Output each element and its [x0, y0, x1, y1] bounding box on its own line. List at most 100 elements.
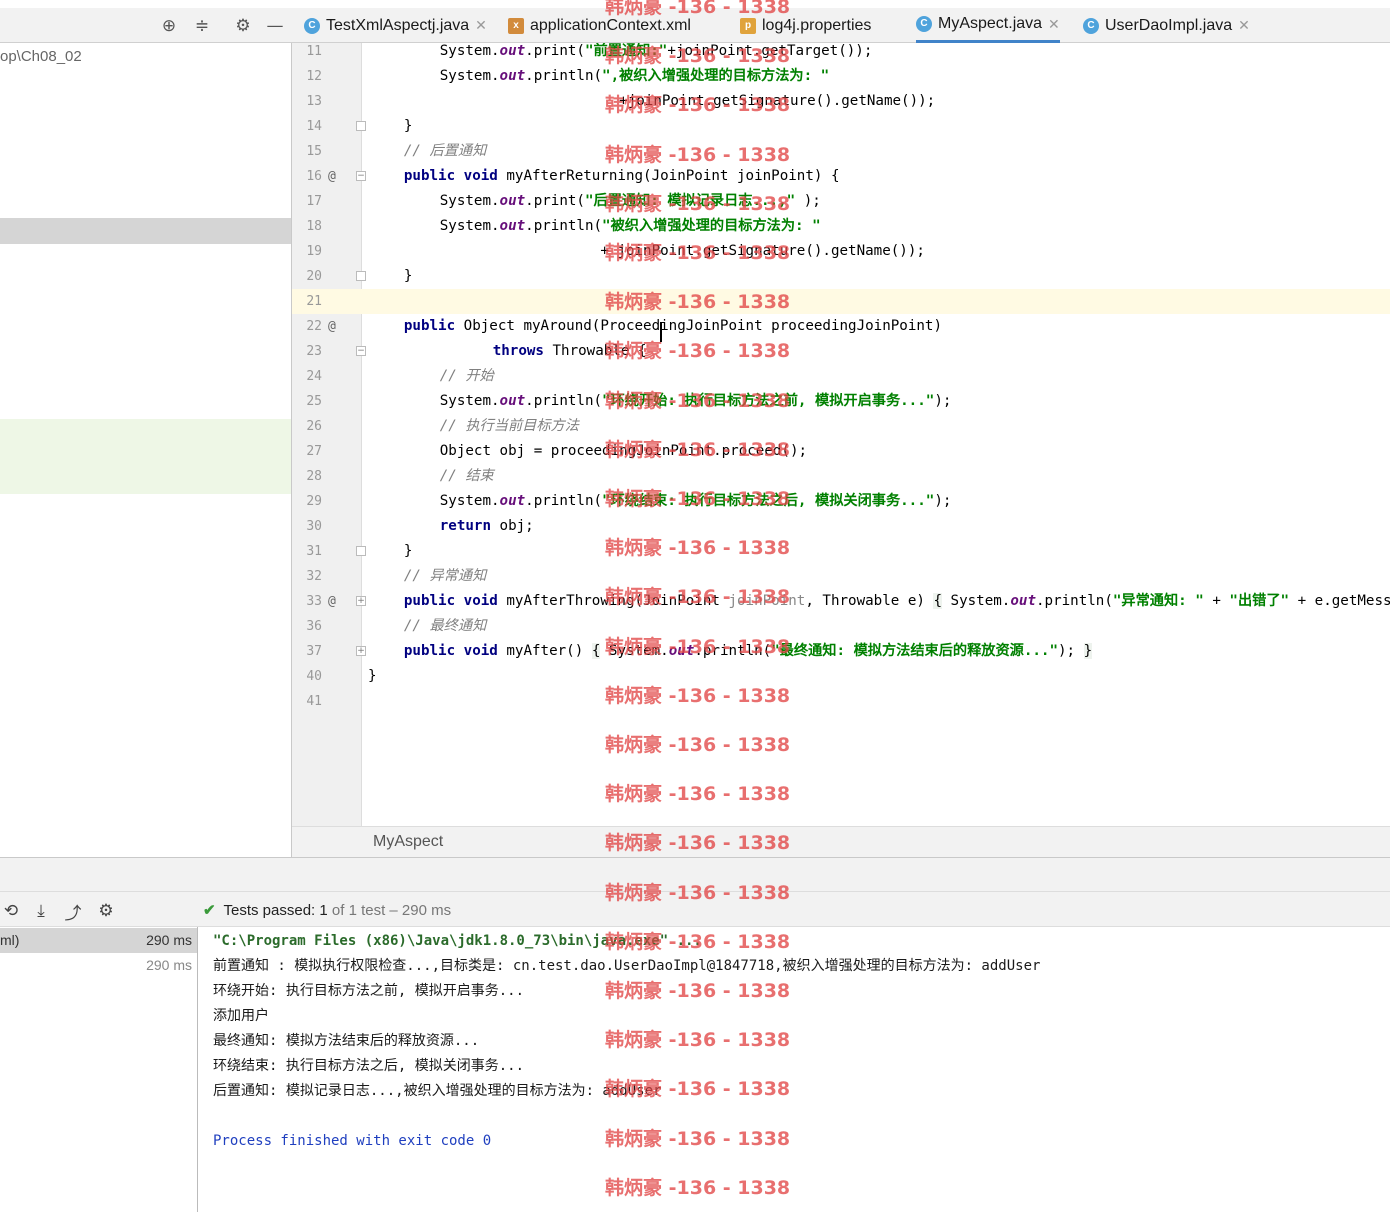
history-icon[interactable]: ⟲ [0, 900, 22, 922]
code-line[interactable]: 13 +joinPoint.getSignature().getName()); [292, 89, 1390, 114]
code-line[interactable]: 33 @ + public void myAfterThrowing(JoinPoin… [292, 589, 1390, 614]
fold-marker-icon[interactable]: − [356, 171, 366, 181]
project-panel: op\Ch08_02 [0, 43, 292, 857]
code-text: // 结束 [439, 468, 494, 484]
fold-marker-icon[interactable]: + [356, 646, 366, 656]
line-number: 12 [306, 69, 322, 84]
annotation-marker-icon[interactable]: @ [328, 589, 336, 614]
editor-tab-1[interactable]: C TestXmlAspectj.java ✕ [304, 8, 487, 43]
code-line[interactable]: 20} [292, 264, 1390, 289]
fold-marker-icon[interactable] [356, 271, 366, 281]
fold-marker-icon[interactable]: + [356, 596, 366, 606]
test-tree-row[interactable]: ml) 290 ms [0, 928, 197, 953]
code-line[interactable]: 31} [292, 539, 1390, 564]
java-file-icon: C [916, 16, 932, 32]
code-line[interactable]: 40} [292, 664, 1390, 689]
tab-label: log4j.properties [762, 16, 872, 34]
code-line[interactable]: 26 // 执行当前目标方法 [292, 414, 1390, 439]
settings-icon[interactable]: ⚙ [95, 900, 117, 922]
code-line[interactable]: 19 + joinPoint.getSignature().getName())… [292, 239, 1390, 264]
editor-tab-4[interactable]: C MyAspect.java ✕ [916, 8, 1060, 43]
code-line[interactable]: 37 + public void myAfter() { System.out.pr… [292, 639, 1390, 664]
code-line[interactable]: 11 System.out.print("前置通知:"+joinPoint.get… [292, 43, 1390, 64]
code-editor[interactable]: 11 System.out.print("前置通知:"+joinPoint.get… [292, 43, 1390, 826]
code-text: } [368, 668, 377, 684]
test-tree-row[interactable]: 290 ms [0, 953, 197, 978]
code-line[interactable]: 17 System.out.print("后置通知: 模拟记录日志...," ); [292, 189, 1390, 214]
code-text: throws Throwable { [492, 343, 647, 359]
code-line[interactable]: 30 return obj; [292, 514, 1390, 539]
code-line[interactable]: 41 [292, 689, 1390, 714]
line-number: 40 [306, 669, 322, 684]
annotation-marker-icon[interactable]: @ [328, 164, 336, 189]
line-number: 30 [306, 519, 322, 534]
code-line[interactable]: 28 // 结束 [292, 464, 1390, 489]
editor-tab-5[interactable]: C UserDaoImpl.java ✕ [1083, 8, 1250, 43]
code-line[interactable]: 14} [292, 114, 1390, 139]
code-line[interactable]: 29 System.out.println("环绕结束: 执行目标方法之后, 模拟… [292, 489, 1390, 514]
line-number: 28 [306, 469, 322, 484]
code-line[interactable]: 15 // 后置通知 [292, 139, 1390, 164]
code-line[interactable]: 36 // 最终通知 [292, 614, 1390, 639]
tab-label: UserDaoImpl.java [1105, 16, 1233, 34]
code-line[interactable]: 16 @ − public void myAfterReturning(JoinPoi… [292, 164, 1390, 189]
gear-icon[interactable]: ⚙ [232, 15, 254, 37]
editor-tab-2[interactable]: x applicationContext.xml [508, 8, 691, 43]
collapse-icon[interactable]: ≑ [191, 15, 213, 37]
code-line[interactable]: 18 System.out.println("被织入增强处理的目标方法为: " [292, 214, 1390, 239]
code-text: public void myAfter() { System.out.print… [403, 643, 1093, 659]
close-icon[interactable]: ✕ [1048, 16, 1060, 33]
test-tree: ml) 290 ms 290 ms [0, 927, 198, 1212]
annotation-marker-icon[interactable]: @ [328, 314, 336, 339]
line-number: 22 [306, 319, 322, 334]
xml-file-icon: x [508, 17, 524, 34]
code-text: System.out.println("环绕开始: 执行目标方法之前, 模拟开启… [439, 393, 952, 409]
line-number: 16 [306, 169, 322, 184]
tests-passed-label: Tests passed: [223, 902, 316, 919]
run-console[interactable]: "C:\Program Files (x86)\Java\jdk1.8.0_73… [198, 927, 1390, 1212]
code-line[interactable]: 22 @ public Object myAround(ProceedingJoin… [292, 314, 1390, 339]
line-number: 29 [306, 494, 322, 509]
fold-marker-icon[interactable] [356, 546, 366, 556]
tests-passed-count: 1 [319, 902, 328, 919]
crosshair-icon[interactable]: ⊕ [158, 15, 180, 37]
line-number: 25 [306, 394, 322, 409]
project-selected-row[interactable] [0, 218, 291, 244]
code-text: } [403, 543, 413, 559]
code-line[interactable]: 21 [292, 289, 1390, 314]
props-file-icon: p [740, 17, 756, 34]
line-number: 37 [306, 644, 322, 659]
close-icon[interactable]: ✕ [1238, 17, 1250, 34]
breadcrumb-class[interactable]: MyAspect [373, 833, 443, 851]
check-icon: ✔ [203, 902, 216, 919]
run-panel-header [0, 857, 1390, 891]
code-text: +joinPoint.getSignature().getName()); [619, 93, 936, 109]
console-line: "C:\Program Files (x86)\Java\jdk1.8.0_73… [213, 933, 702, 949]
line-number: 13 [306, 94, 322, 109]
line-number: 21 [306, 294, 322, 309]
editor-breadcrumb[interactable]: MyAspect [292, 826, 1390, 857]
code-line[interactable]: 32 // 异常通知 [292, 564, 1390, 589]
project-toolbar: ⊕ ≑ ⚙ — [0, 8, 292, 43]
code-line[interactable]: 12 System.out.println(",被织入增强处理的目标方法为: " [292, 64, 1390, 89]
run-toolbar: ⟲ ⤓ ⤴ ⚙ ✔ Tests passed: 1 of 1 test – 29… [0, 891, 1390, 927]
minimize-icon[interactable]: — [264, 15, 286, 37]
code-line[interactable]: 25 System.out.println("环绕开始: 执行目标方法之前, 模拟… [292, 389, 1390, 414]
fold-marker-icon[interactable] [356, 121, 366, 131]
project-modified-rows [0, 419, 291, 494]
code-line[interactable]: 24 // 开始 [292, 364, 1390, 389]
editor-tab-3[interactable]: p log4j.properties [740, 8, 871, 43]
code-text: // 异常通知 [403, 568, 487, 584]
close-icon[interactable]: ✕ [475, 17, 487, 34]
code-line[interactable]: 27 Object obj = proceedingJoinPoint.proce… [292, 439, 1390, 464]
code-text: return obj; [439, 518, 534, 534]
import-tests-icon[interactable]: ⤓ [30, 900, 52, 922]
export-tests-icon[interactable]: ⤴ [62, 900, 84, 924]
fold-marker-icon[interactable]: − [356, 346, 366, 356]
line-number: 31 [306, 544, 322, 559]
project-path: op\Ch08_02 [0, 48, 82, 65]
line-number: 18 [306, 219, 322, 234]
editor-tab-bar: C TestXmlAspectj.java ✕ x applicationContext… [292, 8, 1390, 43]
code-line[interactable]: 23 − throws Throwable { [292, 339, 1390, 364]
line-number: 23 [306, 344, 322, 359]
